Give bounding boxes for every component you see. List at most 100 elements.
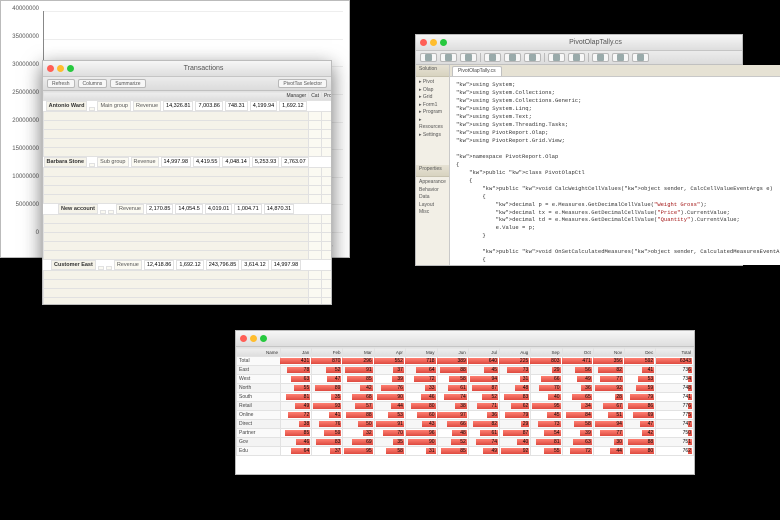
product-cell [321,242,331,251]
col-header[interactable]: Jul [468,348,499,357]
prop-group[interactable]: Misc [419,209,446,217]
metrics-grid-window: NameJanFebMarAprMayJunJulAugSepOctNovDec… [235,330,695,475]
ide-toolbar [416,51,742,65]
metric-cell: 58 [374,447,405,456]
prop-group[interactable]: Data [419,194,446,202]
row-name: East [237,366,281,375]
zoom-icon[interactable] [67,65,74,72]
cat-cell [309,242,322,251]
minimize-icon[interactable] [57,65,64,72]
metric-cell: 750 [656,429,694,438]
solution-explorer[interactable]: Solution ▸ Pivot▸ Olap▸ Grid▸ Form1▸ Pro… [416,65,450,265]
col-header[interactable]: Cat [309,92,322,101]
metric-cell: 736 [656,366,694,375]
value-cell: 4,019.01 [205,204,232,214]
tree-item[interactable]: ▸ Grid [419,94,446,102]
col-header[interactable]: Manager [44,92,309,101]
value-cell: 4,048.14 [222,157,249,167]
y-tick-label: 15000000 [12,146,39,152]
tree-item[interactable]: ▸ Pivot [419,79,446,87]
columns-button[interactable]: Columns [78,79,108,88]
metric-cell: 803 [531,357,562,366]
manager-cell [44,224,309,233]
tree-item[interactable]: ▸ Program [419,109,446,117]
metric-cell: 83 [312,438,343,447]
titlebar[interactable] [236,331,694,347]
product-cell [321,168,331,177]
zoom-icon[interactable] [260,335,267,342]
tree-tab[interactable]: Solution [416,65,449,77]
metric-cell: 79 [624,393,655,402]
metric-cell: 41 [312,411,343,420]
cat-cell [309,271,322,280]
paste-icon[interactable] [524,53,541,62]
col-header[interactable]: Product [321,92,331,101]
close-icon[interactable] [47,65,54,72]
new-icon[interactable] [420,53,437,62]
run-icon[interactable] [592,53,609,62]
refresh-button[interactable]: Refresh [47,79,75,88]
metric-cell: 47 [624,420,655,429]
metrics-grid[interactable]: NameJanFebMarAprMayJunJulAugSepOctNovDec… [236,347,694,474]
row-name: Edu [237,447,281,456]
code-editor[interactable]: "kw">using System; "kw">using System.Col… [450,77,780,265]
metric-cell: 88 [624,438,655,447]
cat-cell [89,163,95,167]
stop-icon[interactable] [612,53,629,62]
zoom-icon[interactable] [440,39,447,46]
open-icon[interactable] [440,53,457,62]
file-tab[interactable]: PivotOlapTally.cs [452,66,502,76]
minimize-icon[interactable] [430,39,437,46]
col-header[interactable]: May [405,348,437,357]
manager-cell [44,289,309,298]
tree-item[interactable]: ▸ Settings [419,132,446,140]
col-header[interactable]: Dec [624,348,655,357]
props-tab[interactable]: Properties [416,165,449,177]
build-icon[interactable] [632,53,649,62]
metric-cell: 55 [531,447,562,456]
metric-cell: 85 [281,429,312,438]
metric-cell: 54 [531,429,562,438]
copy-icon[interactable] [504,53,521,62]
pivot-grid[interactable]: ManagerCatProductMetricQ1Q2Q3Q4TotalAnto… [43,91,331,304]
prop-group[interactable]: Behavior [419,187,446,195]
col-header[interactable]: Sep [531,348,562,357]
col-header[interactable]: Oct [562,348,593,357]
titlebar[interactable]: Transactions [43,61,331,77]
save-icon[interactable] [460,53,477,62]
close-icon[interactable] [240,335,247,342]
col-header[interactable]: Feb [312,348,343,357]
undo-icon[interactable] [548,53,565,62]
metric-cell: Revenue [116,204,144,214]
product-cell [321,271,331,280]
close-icon[interactable] [420,39,427,46]
y-tick-label: 25000000 [12,90,39,96]
metric-cell: 52 [468,393,499,402]
metric-cell: 751 [656,438,694,447]
minimize-icon[interactable] [250,335,257,342]
titlebar[interactable]: PivotOlapTally.cs [416,35,742,51]
tree-item[interactable]: ▸ Resources [419,117,446,132]
tree-item[interactable]: ▸ Form1 [419,102,446,110]
col-header[interactable]: Name [237,348,281,357]
col-header[interactable]: Jan [281,348,312,357]
col-header[interactable]: Apr [374,348,405,357]
row-name: Direct [237,420,281,429]
summarize-button[interactable]: Summarize [110,79,145,88]
manager-cell [44,148,309,157]
metric-cell: 734 [656,375,694,384]
metric-cell: 61 [468,429,499,438]
col-header[interactable]: Aug [500,348,531,357]
cut-icon[interactable] [484,53,501,62]
tree-item[interactable]: ▸ Olap [419,87,446,95]
value-cell: 7,003.86 [195,101,222,111]
col-header[interactable]: Nov [593,348,624,357]
redo-icon[interactable] [568,53,585,62]
product-cell [321,148,331,157]
col-header[interactable]: Total [656,348,694,357]
prop-group[interactable]: Layout [419,202,446,210]
col-header[interactable]: Jun [437,348,468,357]
prop-group[interactable]: Appearance [419,179,446,187]
col-header[interactable]: Mar [343,348,374,357]
metric-cell: 747 [656,420,694,429]
